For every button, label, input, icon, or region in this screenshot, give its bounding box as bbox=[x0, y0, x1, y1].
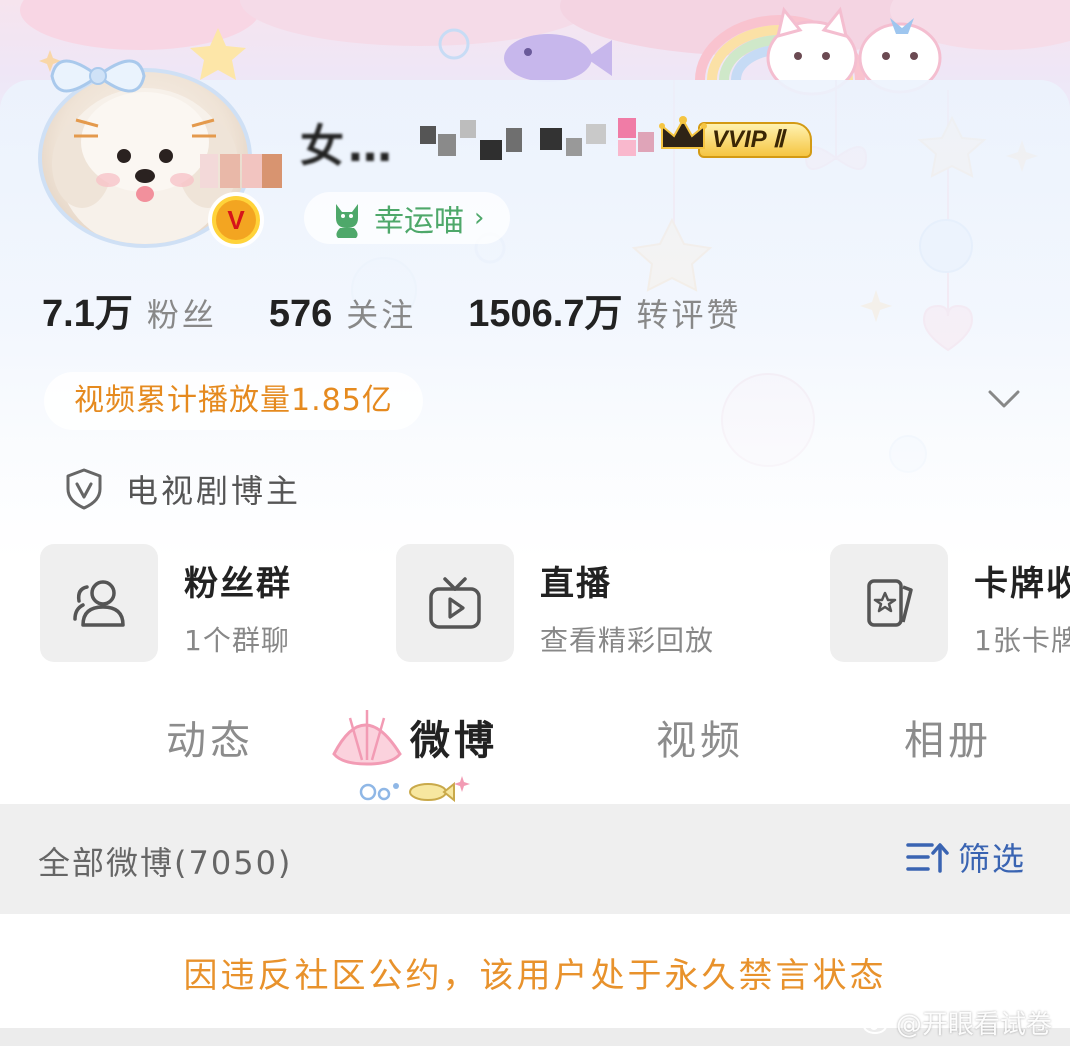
following-count: 576 bbox=[268, 293, 333, 335]
filter-label: 筛选 bbox=[958, 840, 1027, 878]
stat-following[interactable]: 576 关注 bbox=[269, 290, 416, 336]
stat-followers[interactable]: 7.1万 粉丝 bbox=[42, 282, 217, 337]
tv-play-icon bbox=[429, 577, 481, 629]
all-posts-count: 全部微博(7050) bbox=[38, 844, 293, 882]
tab-album[interactable]: 相册 bbox=[904, 708, 992, 766]
feature-live-subtitle: 查看精彩回放 bbox=[540, 624, 715, 657]
following-label: 关注 bbox=[346, 296, 417, 334]
feature-fan-group-subtitle: 1个群聊 bbox=[184, 624, 290, 657]
followers-label: 粉丝 bbox=[146, 296, 217, 334]
bow-icon bbox=[50, 59, 146, 93]
feature-card-title: 卡牌收 bbox=[974, 564, 1070, 604]
filter-button[interactable]: 筛选 bbox=[906, 834, 1026, 880]
ban-notice: 因违反社区公约，该用户处于永久禁言状态 bbox=[183, 956, 887, 996]
weibo-logo-icon bbox=[863, 1012, 890, 1034]
filter-bar: 全部微博(7050) 筛选 bbox=[0, 804, 1070, 914]
lucky-cat-pill[interactable]: 幸运喵 › bbox=[304, 192, 511, 244]
interactions-count: 1506.7万 bbox=[468, 293, 623, 335]
followers-count: 7.1万 bbox=[42, 293, 133, 335]
group-chat-icon bbox=[73, 580, 125, 627]
vvip-label: VVIP Ⅱ bbox=[698, 122, 812, 158]
username[interactable]: 女… bbox=[300, 110, 396, 172]
feature-fan-group-title: 粉丝群 bbox=[184, 564, 292, 604]
avatar-mosaic-redaction bbox=[200, 154, 282, 188]
feature-fan-group-icon-box bbox=[40, 544, 158, 662]
feature-card-collection[interactable]: 卡牌收 1张卡牌 bbox=[830, 544, 1070, 662]
interactions-label: 转评赞 bbox=[636, 296, 742, 334]
feature-live[interactable]: 直播 查看精彩回放 bbox=[396, 544, 714, 662]
verified-badge: V bbox=[208, 192, 264, 248]
chevron-right-icon: › bbox=[474, 203, 485, 233]
feature-live-title: 直播 bbox=[540, 564, 612, 604]
stats-row: 7.1万 粉丝 576 关注 1506.7万 转评赞 bbox=[42, 282, 794, 338]
verified-v-mark: V bbox=[216, 200, 256, 240]
profile-page: V 女… VVIP Ⅱ 幸运喵 › 7.1万 粉丝 576 关注 1506.7万… bbox=[0, 0, 1070, 1046]
tab-feed[interactable]: 动态 bbox=[166, 708, 254, 766]
stat-interactions[interactable]: 1506.7万 转评赞 bbox=[468, 282, 741, 337]
name-mosaic-redaction bbox=[420, 118, 654, 160]
watermark-text: @开眼看试卷 bbox=[896, 1010, 1053, 1040]
card-star-icon bbox=[867, 579, 913, 627]
creator-tag-label: 电视剧博主 bbox=[126, 472, 302, 510]
sort-filter-icon bbox=[906, 843, 949, 873]
chevron-down-icon[interactable] bbox=[986, 386, 1022, 414]
vvip-badge[interactable]: VVIP Ⅱ bbox=[658, 114, 814, 158]
creator-tag[interactable]: 电视剧博主 bbox=[64, 462, 301, 516]
video-views-pill[interactable]: 视频累计播放量1.85亿 bbox=[44, 372, 423, 430]
crown-icon bbox=[659, 116, 707, 149]
feature-card-subtitle: 1张卡牌 bbox=[974, 624, 1070, 657]
feature-fan-group[interactable]: 粉丝群 1个群聊 bbox=[40, 544, 292, 662]
cat-icon bbox=[336, 204, 358, 238]
feature-card-icon-box bbox=[830, 544, 948, 662]
tab-video[interactable]: 视频 bbox=[656, 708, 744, 766]
profile-tabs: 动态 微博 视频 相册 bbox=[0, 690, 1070, 803]
watermark: @开眼看试卷 bbox=[862, 1004, 1052, 1041]
shield-v-icon bbox=[66, 468, 102, 510]
tab-weibo[interactable]: 微博 bbox=[410, 708, 498, 766]
feature-live-icon-box bbox=[396, 544, 514, 662]
lucky-cat-label: 幸运喵 bbox=[374, 204, 464, 239]
